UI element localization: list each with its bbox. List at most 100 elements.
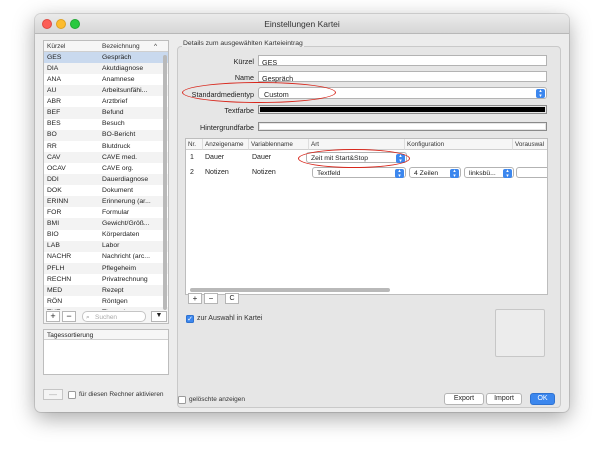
- alignment-popup[interactable]: linksbü... ▴ ▾: [464, 167, 514, 178]
- list-item[interactable]: RR Blutdruck: [44, 141, 168, 152]
- column-header-anzeigename[interactable]: Anzeigename: [203, 139, 249, 150]
- list-item[interactable]: BIO Körperdaten: [44, 230, 168, 241]
- list-item[interactable]: OCAV CAVE org.: [44, 163, 168, 174]
- list-item-bezeichnung: Gespräch: [102, 53, 132, 61]
- ok-button[interactable]: OK: [530, 393, 555, 405]
- popup-arrows-icon: ▴ ▾: [395, 169, 404, 178]
- list-scrollbar[interactable]: [163, 55, 167, 310]
- sort-ascending-icon: ^: [154, 42, 158, 50]
- window-title: Einstellungen Kartei: [264, 19, 340, 29]
- row-anzeigename[interactable]: Notizen: [205, 169, 229, 176]
- list-item-kuerzel: BO: [47, 131, 57, 139]
- list-item-bezeichnung: Gewicht/Größ...: [102, 220, 150, 228]
- list-item-kuerzel: MED: [47, 286, 63, 294]
- table-scrollbar[interactable]: [190, 288, 390, 292]
- column-header-konfiguration[interactable]: Konfiguration: [405, 139, 513, 150]
- list-item[interactable]: FOR Formular: [44, 207, 168, 218]
- list-item-bezeichnung: Formular: [102, 209, 130, 217]
- computer-activation-label: für diesen Rechner aktivieren: [79, 391, 164, 398]
- list-item-kuerzel: BEF: [47, 109, 61, 117]
- auswahl-label: zur Auswahl in Kartei: [197, 315, 263, 322]
- list-item[interactable]: AU Arbeitsunfähi...: [44, 85, 168, 97]
- row-anzeigename[interactable]: Dauer: [205, 154, 224, 161]
- list-item-kuerzel: RÖN: [47, 297, 63, 305]
- art-popup[interactable]: Textfeld ▴ ▾: [312, 167, 406, 178]
- column-header-nr[interactable]: Nr.: [186, 139, 203, 150]
- list-item-kuerzel: LAB: [47, 242, 60, 250]
- list-item[interactable]: GES Gespräch: [44, 52, 168, 64]
- copy-field-button[interactable]: C: [225, 293, 239, 304]
- vorauswahl-field[interactable]: [516, 167, 547, 178]
- mini-remove-button[interactable]: —: [43, 389, 63, 400]
- list-item[interactable]: BES Besuch: [44, 119, 168, 130]
- column-header-variablenname[interactable]: Variablenname: [249, 139, 309, 150]
- add-field-button[interactable]: +: [188, 293, 202, 304]
- daily-sort-list[interactable]: Tagessortierung: [43, 329, 169, 375]
- popup-arrows-icon: ▴ ▾: [503, 169, 512, 178]
- list-item-kuerzel: PFLH: [47, 264, 65, 272]
- zeilen-popup[interactable]: 4 Zeilen ▴ ▾: [409, 167, 461, 178]
- name-field[interactable]: Gespräch: [258, 71, 547, 83]
- list-item[interactable]: MED Rezept: [44, 284, 168, 297]
- row-variablenname[interactable]: Dauer: [252, 154, 271, 161]
- medientyp-popup[interactable]: Custom ▴ ▾: [258, 87, 547, 99]
- popup-arrows-icon: ▴ ▾: [536, 89, 545, 98]
- list-toolbar: + − ⌕ Suchen ▼: [43, 310, 169, 324]
- list-item[interactable]: RECHN Privatrechnung: [44, 274, 168, 285]
- textfarbe-colorwell[interactable]: [258, 105, 547, 114]
- column-header-bezeichnung[interactable]: Bezeichnung: [102, 43, 140, 50]
- list-item-kuerzel: DDI: [47, 175, 59, 183]
- hintergrund-colorwell[interactable]: [258, 122, 547, 131]
- list-item-bezeichnung: Befund: [102, 109, 124, 117]
- details-group-title: Details zum ausgewählten Karteieintrag: [182, 40, 304, 47]
- list-item[interactable]: CAV CAVE med.: [44, 151, 168, 163]
- list-item-bezeichnung: Körperdaten: [102, 231, 140, 239]
- list-item-bezeichnung: Dokument: [102, 186, 133, 194]
- list-item-bezeichnung: Anamnese: [102, 75, 135, 83]
- list-item[interactable]: RÖN Röntgen: [44, 296, 168, 307]
- list-item-kuerzel: NACHR: [47, 253, 72, 261]
- list-item-kuerzel: ABR: [47, 98, 61, 106]
- kartei-list[interactable]: Kürzel Bezeichnung ^ GES Gespräch DIA Akutd…: [43, 40, 169, 324]
- list-item[interactable]: ERINN Erinnerung (ar...: [44, 196, 168, 208]
- computer-activation-checkbox[interactable]: [68, 390, 76, 399]
- list-item-bezeichnung: Nachricht (arc...: [102, 253, 150, 261]
- column-header-art[interactable]: Art: [309, 139, 405, 150]
- kuerzel-field[interactable]: GES: [258, 55, 547, 67]
- remove-field-button[interactable]: −: [204, 293, 218, 304]
- list-item[interactable]: DOK Dokument: [44, 185, 168, 196]
- remove-entry-button[interactable]: −: [62, 311, 76, 322]
- export-button[interactable]: Export: [444, 393, 484, 405]
- kuerzel-label: Kürzel: [233, 57, 254, 66]
- column-header-kuerzel[interactable]: Kürzel: [47, 43, 65, 50]
- list-item-bezeichnung: Röntgen: [102, 297, 128, 305]
- list-item-bezeichnung: CAVE med.: [102, 153, 138, 161]
- art-popup[interactable]: Zeit mit Start&Stop ▴ ▾: [306, 152, 407, 163]
- list-item[interactable]: NACHR Nachricht (arc...: [44, 252, 168, 263]
- daily-sort-header: Tagessortierung: [44, 330, 168, 340]
- filter-dropdown[interactable]: ▼: [151, 311, 167, 322]
- list-item[interactable]: BMI Gewicht/Größ...: [44, 218, 168, 230]
- list-item-bezeichnung: Privatrechnung: [102, 275, 148, 283]
- list-item[interactable]: ABR Arztbrief: [44, 96, 168, 107]
- auswahl-checkbox[interactable]: ✓: [186, 315, 194, 323]
- list-item[interactable]: BEF Befund: [44, 107, 168, 119]
- list-item[interactable]: BO BO-Bericht: [44, 129, 168, 141]
- search-input[interactable]: ⌕ Suchen: [82, 311, 146, 322]
- textfarbe-label: Textfarbe: [224, 106, 254, 115]
- fields-table[interactable]: Nr. Anzeigename Variablenname Art Konfig…: [185, 138, 548, 295]
- list-item[interactable]: PFLH Pflegeheim: [44, 262, 168, 274]
- deleted-checkbox[interactable]: [178, 396, 186, 404]
- list-item[interactable]: DDI Dauerdiagnose: [44, 174, 168, 186]
- row-variablenname[interactable]: Notizen: [252, 169, 276, 176]
- import-button[interactable]: Import: [486, 393, 522, 405]
- table-toolbar: + − C: [188, 293, 288, 305]
- list-item-bezeichnung: Pflegeheim: [102, 264, 137, 272]
- list-item[interactable]: DIA Akutdiagnose: [44, 63, 168, 75]
- list-item[interactable]: LAB Labor: [44, 240, 168, 252]
- add-entry-button[interactable]: +: [46, 311, 60, 322]
- column-header-vorauswahl[interactable]: Vorauswal: [513, 139, 547, 150]
- row-nr: 2: [190, 169, 194, 176]
- list-item[interactable]: ANA Anamnese: [44, 74, 168, 85]
- art-value: Zeit mit Start&Stop: [311, 154, 369, 162]
